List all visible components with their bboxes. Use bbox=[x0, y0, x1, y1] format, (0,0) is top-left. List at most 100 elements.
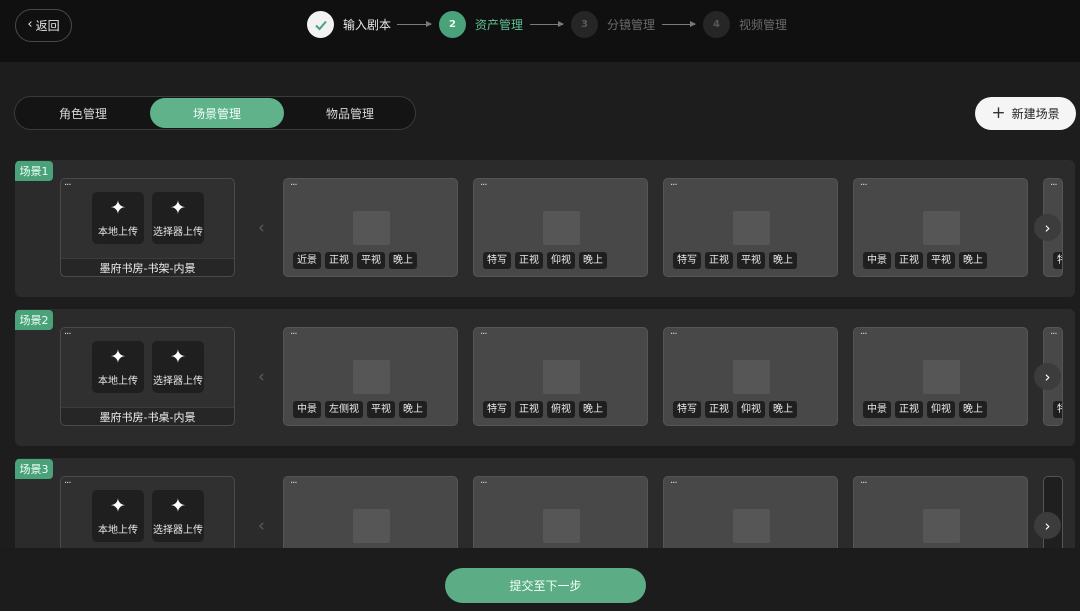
selector-upload-label: 选择器上传 bbox=[153, 524, 203, 536]
more-icon[interactable]: ··· bbox=[64, 329, 71, 340]
tag-list: 近景 正视 平视 晚上 bbox=[293, 252, 417, 269]
tag-list: 特 bbox=[1053, 401, 1062, 418]
shot-tag: 特 bbox=[1053, 252, 1062, 269]
selector-upload-button[interactable]: ✦ 选择器上传 bbox=[152, 341, 204, 393]
shot-tag: 正视 bbox=[515, 252, 543, 269]
sparkle-icon: ✦ bbox=[170, 494, 186, 517]
scene-image-card[interactable]: ··· bbox=[283, 476, 458, 548]
new-scene-label: 新建场景 bbox=[1011, 107, 1060, 121]
scene-section: 场景2 ··· ✦ 本地上传 ✦ 选择器上传 墨府书房-书桌-内景 ‹ ··· … bbox=[15, 309, 1075, 446]
shot-tag: 仰视 bbox=[737, 401, 765, 418]
tag-list: 中景 正视 仰视 晚上 bbox=[863, 401, 987, 418]
shot-tag: 平视 bbox=[927, 252, 955, 269]
chevron-left-icon[interactable]: ‹ bbox=[258, 218, 265, 238]
back-label: 返回 bbox=[35, 19, 60, 33]
more-icon[interactable]: ··· bbox=[670, 478, 677, 489]
scene-image-card[interactable]: ··· bbox=[473, 476, 648, 548]
more-icon[interactable]: ··· bbox=[860, 180, 867, 191]
selector-upload-button[interactable]: ✦ 选择器上传 bbox=[152, 192, 204, 244]
local-upload-button[interactable]: ✦ 本地上传 bbox=[92, 341, 144, 393]
new-scene-button[interactable]: + 新建场景 bbox=[975, 97, 1076, 130]
scene-image-card[interactable]: ··· bbox=[853, 476, 1028, 548]
image-placeholder bbox=[353, 211, 390, 245]
shot-tag: 近景 bbox=[293, 252, 321, 269]
more-icon[interactable]: ··· bbox=[860, 329, 867, 340]
step-arrow bbox=[530, 21, 564, 27]
scene-list[interactable]: 场景1 ··· ✦ 本地上传 ✦ 选择器上传 墨府书房-书架-内景 ‹ ··· … bbox=[0, 150, 1080, 548]
tab-items[interactable]: 物品管理 bbox=[283, 98, 417, 128]
scene-image-card[interactable]: ··· 中景 左侧视 平视 晚上 bbox=[283, 327, 458, 426]
chevron-right-icon[interactable]: › bbox=[1034, 363, 1061, 390]
more-icon[interactable]: ··· bbox=[290, 329, 297, 340]
step-number: 4 bbox=[703, 11, 730, 38]
local-upload-label: 本地上传 bbox=[98, 226, 138, 238]
shot-tag: 平视 bbox=[737, 252, 765, 269]
image-placeholder bbox=[923, 360, 960, 394]
scene-image-card[interactable]: ··· 特写 正视 仰视 晚上 bbox=[663, 327, 838, 426]
more-icon[interactable]: ··· bbox=[670, 180, 677, 191]
shot-tag: 正视 bbox=[705, 401, 733, 418]
more-icon[interactable]: ··· bbox=[1050, 180, 1057, 191]
scene-image-card[interactable]: ··· 中景 正视 仰视 晚上 bbox=[853, 327, 1028, 426]
sparkle-icon: ✦ bbox=[110, 345, 126, 368]
shot-tag: 晚上 bbox=[399, 401, 427, 418]
local-upload-label: 本地上传 bbox=[98, 375, 138, 387]
local-upload-button[interactable]: ✦ 本地上传 bbox=[92, 490, 144, 542]
tag-list: 中景 正视 平视 晚上 bbox=[863, 252, 987, 269]
shot-tag: 晚上 bbox=[959, 252, 987, 269]
more-icon[interactable]: ··· bbox=[64, 478, 71, 489]
more-icon[interactable]: ··· bbox=[1050, 329, 1057, 340]
selector-upload-label: 选择器上传 bbox=[153, 375, 203, 387]
image-placeholder bbox=[733, 360, 770, 394]
back-button[interactable]: ‹ 返回 bbox=[15, 9, 72, 42]
shot-tag: 正视 bbox=[325, 252, 353, 269]
shot-tag: 晚上 bbox=[579, 252, 607, 269]
step-number: 3 bbox=[571, 11, 598, 38]
local-upload-button[interactable]: ✦ 本地上传 bbox=[92, 192, 144, 244]
scene-image-card[interactable]: ··· 中景 正视 平视 晚上 bbox=[853, 178, 1028, 277]
shot-tag: 平视 bbox=[367, 401, 395, 418]
submit-next-button[interactable]: 提交至下一步 bbox=[445, 568, 646, 603]
shot-tag: 仰视 bbox=[927, 401, 955, 418]
step-label: 输入剧本 bbox=[343, 18, 392, 32]
chevron-right-icon[interactable]: › bbox=[1034, 512, 1061, 539]
tab-scenes[interactable]: 场景管理 bbox=[150, 98, 284, 128]
more-icon[interactable]: ··· bbox=[480, 180, 487, 191]
chevron-left-icon[interactable]: ‹ bbox=[258, 516, 265, 536]
scene-upload-panel: ··· ✦ 本地上传 ✦ 选择器上传 bbox=[60, 476, 235, 548]
shot-tag: 中景 bbox=[863, 252, 891, 269]
more-icon[interactable]: ··· bbox=[860, 478, 867, 489]
more-icon[interactable]: ··· bbox=[480, 478, 487, 489]
tab-characters[interactable]: 角色管理 bbox=[16, 98, 150, 128]
scene-image-card[interactable]: ··· bbox=[663, 476, 838, 548]
local-upload-label: 本地上传 bbox=[98, 524, 138, 536]
more-icon[interactable]: ··· bbox=[670, 329, 677, 340]
shot-tag: 正视 bbox=[515, 401, 543, 418]
shot-tag: 晚上 bbox=[769, 252, 797, 269]
scene-name: 墨府书房-书架-内景 bbox=[61, 258, 234, 276]
more-icon[interactable]: ··· bbox=[480, 329, 487, 340]
tag-list: 特写 正视 平视 晚上 bbox=[673, 252, 797, 269]
image-placeholder bbox=[543, 211, 580, 245]
shot-tag: 特写 bbox=[673, 252, 701, 269]
scene-image-card[interactable]: ··· 特写 正视 仰视 晚上 bbox=[473, 178, 648, 277]
step-assets: 2 资产管理 bbox=[439, 11, 523, 38]
chevron-right-icon[interactable]: › bbox=[1034, 214, 1061, 241]
tag-list: 特写 正视 仰视 晚上 bbox=[483, 252, 607, 269]
scene-image-card[interactable]: ··· 特写 正视 平视 晚上 bbox=[663, 178, 838, 277]
more-icon[interactable]: ··· bbox=[290, 478, 297, 489]
scene-image-card[interactable]: ··· 特写 正视 俯视 晚上 bbox=[473, 327, 648, 426]
step-arrow bbox=[397, 21, 432, 27]
shot-tag: 中景 bbox=[293, 401, 321, 418]
scene-image-card[interactable]: ··· 近景 正视 平视 晚上 bbox=[283, 178, 458, 277]
selector-upload-button[interactable]: ✦ 选择器上传 bbox=[152, 490, 204, 542]
step-storyboard: 3 分镜管理 bbox=[571, 11, 655, 38]
more-icon[interactable]: ··· bbox=[64, 180, 71, 191]
shot-tag: 平视 bbox=[357, 252, 385, 269]
chevron-left-icon: ‹ bbox=[27, 17, 33, 32]
image-placeholder bbox=[733, 509, 770, 543]
chevron-left-icon[interactable]: ‹ bbox=[258, 367, 265, 387]
step-label: 分镜管理 bbox=[607, 18, 656, 32]
shot-tag: 俯视 bbox=[547, 401, 575, 418]
more-icon[interactable]: ··· bbox=[290, 180, 297, 191]
